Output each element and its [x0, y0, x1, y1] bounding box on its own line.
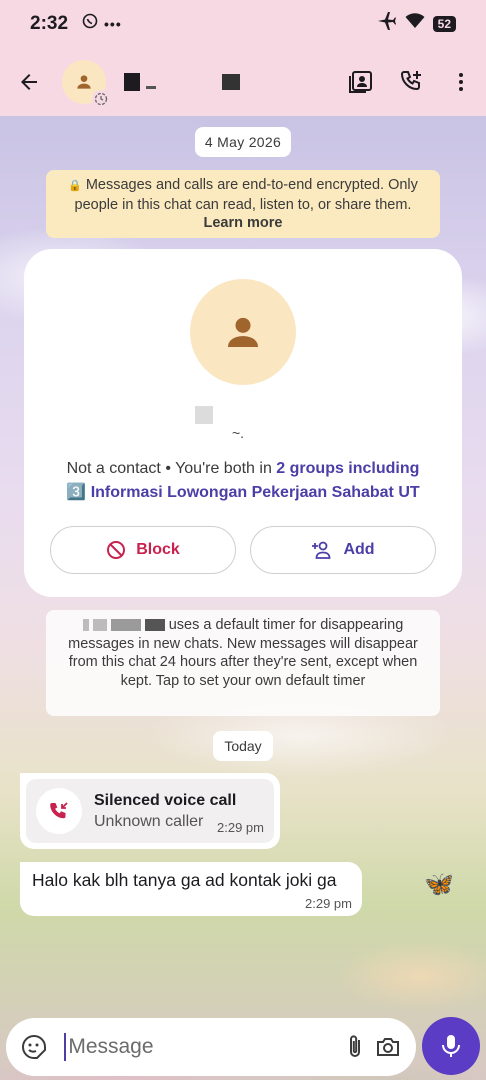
profile-avatar[interactable] — [190, 279, 296, 385]
contact-card-button[interactable] — [336, 57, 386, 107]
contact-avatar[interactable] — [62, 60, 110, 108]
missed-call-icon-wrap — [36, 788, 82, 834]
add-contact-button[interactable]: Add — [250, 526, 436, 574]
incoming-message[interactable]: Halo kak blh tanya ga ad kontak joki ga … — [20, 862, 362, 916]
missed-call-icon — [50, 802, 68, 819]
camera-button[interactable] — [372, 1025, 404, 1069]
message-input[interactable] — [64, 1033, 340, 1061]
sticker-icon — [22, 1034, 47, 1059]
add-call-button[interactable] — [386, 57, 436, 107]
lock-icon: 🔒 — [68, 180, 82, 192]
call-subtitle: Unknown caller — [94, 812, 204, 830]
contact-card-icon — [349, 71, 372, 93]
call-log-bubble[interactable]: Silenced voice call Unknown caller 2:29 … — [20, 773, 280, 849]
message-text: Halo kak blh tanya ga ad kontak joki ga — [32, 870, 337, 890]
groups-link[interactable]: 2 groups including — [276, 460, 419, 477]
battery-icon: 52 — [432, 16, 456, 32]
more-notifications-icon: ••• — [104, 16, 122, 32]
profile-name-redacted — [195, 406, 213, 424]
date-chip: 4 May 2026 — [195, 127, 291, 157]
attach-icon — [350, 1035, 361, 1057]
add-person-icon — [312, 541, 331, 559]
attach-button[interactable] — [339, 1025, 371, 1069]
profile-name-suffix: ~. — [232, 425, 245, 441]
disappearing-timer-notice[interactable]: uses a default timer for disappearing me… — [46, 610, 440, 716]
mic-icon — [442, 1035, 460, 1057]
contact-name-redacted[interactable] — [124, 73, 156, 91]
camera-icon — [376, 1038, 399, 1056]
contact-status-redacted — [222, 74, 240, 90]
contact-profile-card: ~. Not a contact • You're both in 2 grou… — [24, 249, 462, 597]
contact-info: Not a contact • You're both in 2 groups … — [66, 460, 420, 501]
block-label: Block — [136, 541, 180, 558]
add-label: Add — [343, 541, 375, 558]
airplane-icon — [377, 11, 397, 37]
redacted-name — [82, 619, 165, 632]
wifi-icon — [405, 13, 425, 35]
call-time: 2:29 pm — [217, 820, 264, 835]
more-options-button[interactable] — [436, 57, 486, 107]
person-icon — [228, 317, 258, 347]
not-contact-label: Not a contact — [66, 460, 161, 477]
encryption-text: Messages and calls are end-to-end encryp… — [74, 177, 418, 213]
chat-header — [0, 48, 486, 116]
sticker-button[interactable] — [18, 1025, 50, 1069]
block-button[interactable]: Block — [50, 526, 236, 574]
message-time: 2:29 pm — [305, 896, 352, 911]
arrow-left-icon — [21, 74, 37, 90]
groups-prefix: You're both in — [175, 460, 272, 477]
add-call-icon — [400, 71, 421, 91]
person-icon — [77, 75, 91, 89]
status-time: 2:32 — [30, 13, 69, 34]
encryption-notice[interactable]: 🔒 Messages and calls are end-to-end encr… — [46, 170, 440, 238]
learn-more-link[interactable]: Learn more — [204, 215, 283, 231]
block-icon — [107, 541, 126, 559]
disappearing-timer-icon — [92, 90, 110, 108]
butterfly-decoration: 🦋 — [424, 871, 454, 898]
status-bar: 2:32 ••• 52 — [0, 0, 486, 48]
whatsapp-icon — [82, 13, 98, 35]
more-vert-icon — [459, 73, 463, 91]
call-title: Silenced voice call — [94, 791, 237, 809]
today-chip: Today — [213, 731, 273, 761]
message-composer — [6, 1018, 416, 1076]
group-name-link[interactable]: 3️⃣ Informasi Lowongan Pekerjaan Sahabat… — [66, 484, 419, 501]
voice-record-button[interactable] — [422, 1017, 480, 1075]
back-button[interactable] — [4, 57, 54, 107]
